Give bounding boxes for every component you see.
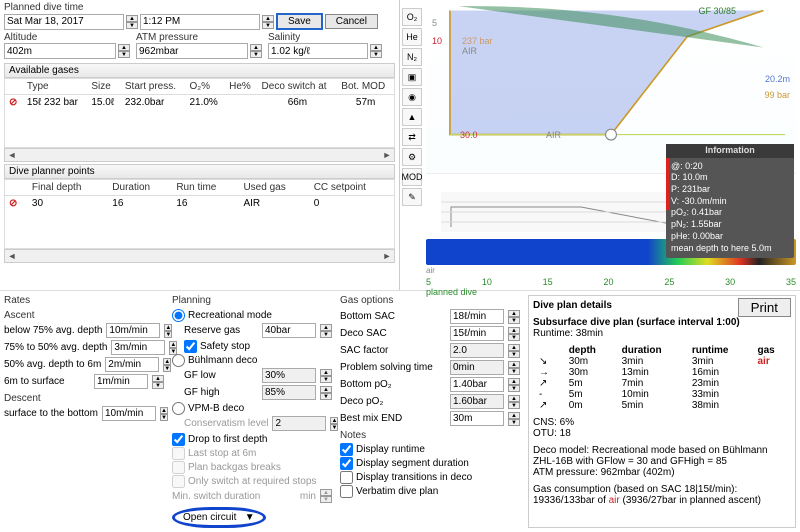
atm-label: ATM pressure [136,32,266,43]
atm-input[interactable] [136,43,248,59]
table-row: ↘30m3min3minair [533,356,791,367]
dive-plan-details-panel: Dive plan details Print Subsurface dive … [528,295,796,528]
delete-icon[interactable]: ⊘ [9,97,17,108]
display-segment-checkbox[interactable] [340,457,353,470]
gflow-input [262,368,316,383]
gfhigh-input [262,385,316,400]
profile-tool-icon[interactable]: ⚙ [402,148,422,166]
altitude-label: Altitude [4,32,134,43]
table-row: →30m13min16min [533,367,791,378]
required-stops-checkbox [172,475,185,488]
salinity-input[interactable] [268,43,368,59]
points-table: Final depthDurationRun timeUsed gasCC se… [4,179,395,249]
planner-inputs-panel: Planned dive time ▲▼ ▲▼ Save Cancel Alti… [0,0,400,290]
planning-panel: Planning Recreational mode Reserve gas▲▼… [172,295,332,528]
h-scrollbar[interactable]: ◄► [4,249,395,263]
problem-time-input [450,360,504,375]
conservatism-input [272,416,326,431]
profile-tool-icon[interactable]: O₂ [402,8,422,26]
x-axis: 5101520253035 [426,277,796,287]
verbatim-plan-checkbox[interactable] [340,485,353,498]
profile-panel: O₂HeN₂▣◉▲⇄⚙MOD✎ 5 10 237 bar AIR GF 30/8… [400,0,800,290]
deco-po2-input [450,394,504,409]
table-row: -5m10min33min [533,389,791,400]
scroll-right-icon[interactable]: ► [380,150,394,160]
dive-date-input[interactable] [4,14,124,30]
print-button[interactable]: Print [738,298,791,317]
air-label: air [426,266,796,275]
rates-panel: Rates Ascent below 75% avg. depth▲▼ 75% … [4,295,164,528]
ascent-rate-2-input[interactable] [111,340,165,355]
plan-steps-table: depthdurationruntimegas ↘30m3min3minair→… [533,345,791,411]
table-row[interactable]: ⊘15ℓ 232 bar15.0ℓ232.0bar21.0%66m57m [5,95,394,111]
display-transitions-checkbox[interactable] [340,471,353,484]
ascent-rate-1-input[interactable] [106,323,160,338]
stepper-down-icon[interactable]: ▼ [126,22,138,29]
salinity-label: Salinity [268,32,388,43]
planner-points-header: Dive planner points [4,164,395,179]
available-gases-header: Available gases [4,63,395,78]
gas-options-panel: Gas options Bottom SAC▲▼ Deco SAC▲▼ SAC … [340,295,520,528]
profile-tool-icon[interactable]: ▲ [402,108,422,126]
ascent-rate-4-input[interactable] [94,374,148,389]
circuit-select[interactable]: Open circuit ▼ [172,507,266,528]
safety-stop-checkbox[interactable] [184,340,197,353]
h-scrollbar[interactable]: ◄► [4,148,395,162]
sac-factor-input [450,343,504,358]
bottom-sac-input[interactable] [450,309,504,324]
best-mix-end-input[interactable] [450,411,504,426]
profile-tool-icon[interactable]: N₂ [402,48,422,66]
save-button[interactable]: Save [276,13,323,30]
profile-tool-icon[interactable]: MOD [402,168,422,186]
drop-first-depth-checkbox[interactable] [172,433,185,446]
backgas-breaks-checkbox [172,461,185,474]
ascent-rate-3-input[interactable] [105,357,159,372]
display-runtime-checkbox[interactable] [340,443,353,456]
profile-tool-icon[interactable]: ◉ [402,88,422,106]
reserve-gas-input[interactable] [262,323,316,338]
gases-table: TypeSizeStart press.O₂%He%Deco switch at… [4,78,395,148]
stepper-up-icon[interactable]: ▲ [126,15,138,22]
table-row: ↗5m7min23min [533,378,791,389]
delete-icon[interactable]: ⊘ [9,198,17,209]
table-row: ↗0m5min38min [533,400,791,411]
info-tooltip: Information @: 0:20D: 10.0mP: 231barV: -… [666,144,794,258]
profile-tool-icon[interactable]: ▣ [402,68,422,86]
profile-tool-icon[interactable]: He [402,28,422,46]
buhlmann-radio[interactable] [172,354,185,367]
profile-tool-icon[interactable]: ⇄ [402,128,422,146]
altitude-input[interactable] [4,43,116,59]
last-stop-6m-checkbox [172,447,185,460]
cancel-button[interactable]: Cancel [325,14,378,29]
details-title: Dive plan details [533,300,612,311]
profile-toolbar: O₂ He N₂ ▣ ◉ ▲ ⇄ ⚙ MOD ✎ [400,8,424,206]
profile-tool-icon[interactable]: ✎ [402,188,422,206]
descent-rate-input[interactable] [102,406,156,421]
bottom-po2-input[interactable] [450,377,504,392]
scroll-left-icon[interactable]: ◄ [5,150,19,160]
recreational-radio[interactable] [172,309,185,322]
planned-time-label: Planned dive time [4,2,395,13]
dive-time-input[interactable] [140,14,260,30]
deco-sac-input[interactable] [450,326,504,341]
table-row[interactable]: ⊘301616AIR0 [5,196,394,212]
vpmb-radio[interactable] [172,402,185,415]
